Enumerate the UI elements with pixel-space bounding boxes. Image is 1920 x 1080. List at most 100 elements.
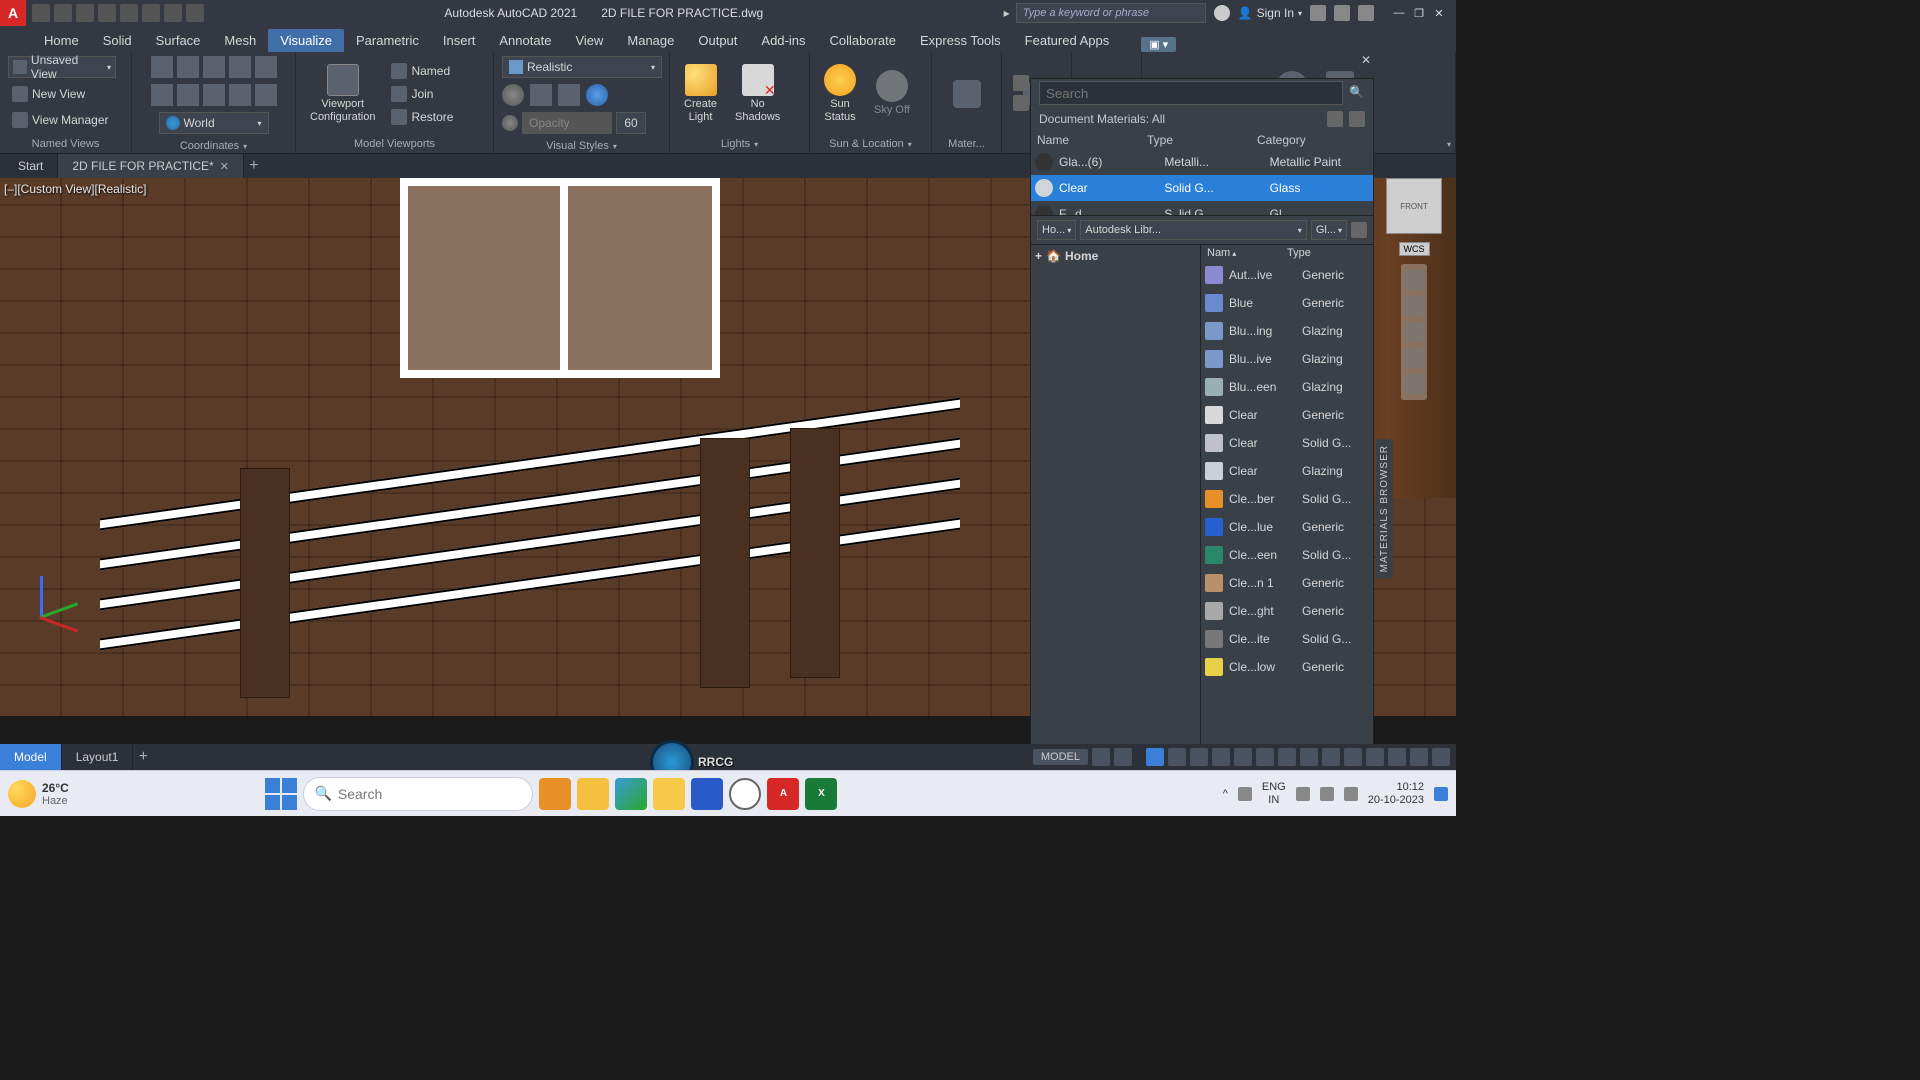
help-icon[interactable] [1358, 5, 1374, 21]
start-tab[interactable]: Start [4, 154, 58, 178]
grid-view-icon[interactable] [1327, 111, 1343, 127]
library-material-row[interactable]: Cle...eenSolid G... [1201, 541, 1373, 569]
ucs-icon-4[interactable] [229, 56, 251, 78]
plus-icon[interactable]: + [1035, 249, 1042, 263]
modelspace-toggle[interactable]: MODEL [1033, 749, 1088, 765]
close-tab-icon[interactable]: ✕ [220, 160, 229, 173]
ribbon-tab-mesh[interactable]: Mesh [212, 29, 268, 52]
library-filter-dropdown[interactable]: Gl...▾ [1311, 220, 1347, 240]
ribbon-tab-express-tools[interactable]: Express Tools [908, 29, 1013, 52]
tray-mic-icon[interactable] [1238, 787, 1252, 801]
plot-icon[interactable] [120, 4, 138, 22]
opacity-value-field[interactable]: 60 [616, 112, 646, 134]
units-icon[interactable] [1322, 748, 1340, 766]
sky-off-button[interactable]: Sky Off [868, 68, 916, 118]
tree-home-node[interactable]: + 🏠 Home [1035, 249, 1196, 263]
wcs-label[interactable]: WCS [1399, 242, 1430, 256]
mat-panel-settings-icon[interactable] [1013, 95, 1029, 111]
minimize-button[interactable]: — [1390, 5, 1408, 21]
tray-battery-icon[interactable] [1344, 787, 1358, 801]
ribbon-tab-parametric[interactable]: Parametric [344, 29, 431, 52]
anno-icon[interactable] [1256, 748, 1274, 766]
ribbon-tab-home[interactable]: Home [32, 29, 91, 52]
materials-search-input[interactable] [1039, 81, 1343, 105]
taskbar-explorer[interactable] [653, 778, 685, 810]
ribbon-tab-view[interactable]: View [563, 29, 615, 52]
doc-material-row[interactable]: Gla...(6)Metalli...Metallic Paint [1031, 149, 1373, 175]
isoplane-icon[interactable] [1190, 748, 1208, 766]
col-type[interactable]: Type [1147, 133, 1257, 147]
ribbon-tab-collaborate[interactable]: Collaborate [817, 29, 908, 52]
zoom-icon[interactable] [1404, 322, 1424, 342]
ribbon-tab-visualize[interactable]: Visualize [268, 29, 344, 52]
taskbar-excel[interactable]: X [805, 778, 837, 810]
layout1-tab[interactable]: Layout1 [62, 744, 134, 770]
named-viewports-button[interactable]: Named [387, 61, 457, 81]
mat-panel-pin-icon[interactable] [1013, 75, 1029, 91]
restore-button[interactable]: ❐ [1410, 5, 1428, 21]
doc-material-row[interactable]: F...d...S..lid G...Gl... [1031, 201, 1373, 215]
new-view-button[interactable]: New View [8, 84, 89, 104]
customize-icon[interactable] [1432, 748, 1450, 766]
ribbon-tab-annotate[interactable]: Annotate [487, 29, 563, 52]
library-material-row[interactable]: Cle...iteSolid G... [1201, 625, 1373, 653]
ribbon-tab-solid[interactable]: Solid [91, 29, 144, 52]
library-material-row[interactable]: Cle...berSolid G... [1201, 485, 1373, 513]
new-tab-button[interactable]: + [244, 157, 264, 175]
document-materials-label[interactable]: Document Materials: All [1031, 107, 1373, 131]
undo-icon[interactable] [164, 4, 182, 22]
library-material-row[interactable]: ClearGeneric [1201, 401, 1373, 429]
pan-icon[interactable] [1404, 296, 1424, 316]
library-home-dropdown[interactable]: Ho...▾ [1037, 220, 1076, 240]
ucs-icon-1[interactable] [151, 56, 173, 78]
lib-col-name[interactable]: Nam▴ [1207, 247, 1287, 259]
print-icon[interactable] [142, 4, 160, 22]
saveas-icon[interactable] [98, 4, 116, 22]
cleanscreen-icon[interactable] [1410, 748, 1428, 766]
viewport-config-button[interactable]: Viewport Configuration [304, 62, 381, 124]
taskbar-weather[interactable]: 26°C Haze [8, 780, 69, 808]
feature-pill[interactable]: ▣ ▾ [1141, 37, 1176, 52]
materials-browser-icon[interactable] [953, 80, 981, 108]
ribbon-tab-surface[interactable]: Surface [144, 29, 213, 52]
close-button[interactable]: ✕ [1430, 5, 1448, 21]
3dosnap-icon[interactable] [1234, 748, 1252, 766]
ucs-gizmo[interactable] [10, 576, 80, 646]
add-layout-button[interactable]: + [133, 748, 153, 766]
open-icon[interactable] [54, 4, 72, 22]
infocenter-search[interactable]: Type a keyword or phrase [1016, 3, 1206, 23]
mat-panel-close-icon[interactable]: ✕ [1361, 53, 1371, 67]
autodesk-app-icon[interactable] [1334, 5, 1350, 21]
shade-icon-2[interactable] [530, 84, 552, 106]
library-material-row[interactable]: Blu...iveGlazing [1201, 345, 1373, 373]
taskbar-app-1[interactable] [539, 778, 571, 810]
search-icon[interactable]: 🔍 [1349, 85, 1365, 101]
workspace-icon[interactable] [1278, 748, 1296, 766]
library-material-row[interactable]: Aut...iveGeneric [1201, 261, 1373, 289]
library-material-row[interactable]: Cle...n 1Generic [1201, 569, 1373, 597]
library-view-icon[interactable] [1351, 222, 1367, 238]
taskbar-clock[interactable]: 10:12 20-10-2023 [1368, 781, 1424, 805]
library-material-row[interactable]: ClearSolid G... [1201, 429, 1373, 457]
steering-wheel-icon[interactable] [1404, 270, 1424, 290]
sign-in-button[interactable]: 👤 Sign In ▾ [1238, 6, 1302, 20]
sun-status-button[interactable]: Sun Status [818, 62, 862, 124]
hardware-accel-icon[interactable] [1366, 748, 1384, 766]
visual-style-dropdown[interactable]: Realistic ▾ [502, 56, 662, 78]
snap-icon[interactable] [1114, 748, 1132, 766]
create-light-button[interactable]: Create Light [678, 62, 723, 124]
library-material-row[interactable]: BlueGeneric [1201, 289, 1373, 317]
library-material-row[interactable]: Cle...lowGeneric [1201, 653, 1373, 681]
library-material-row[interactable]: Blu...eenGlazing [1201, 373, 1373, 401]
view-dropdown[interactable]: Unsaved View▾ [8, 56, 116, 78]
library-material-row[interactable]: Blu...ingGlazing [1201, 317, 1373, 345]
library-name-dropdown[interactable]: Autodesk Libr...▾ [1080, 220, 1307, 240]
tray-volume-icon[interactable] [1320, 787, 1334, 801]
col-name[interactable]: Name [1037, 133, 1147, 147]
view-manager-button[interactable]: View Manager [8, 110, 113, 130]
library-tree[interactable]: + 🏠 Home [1031, 245, 1201, 761]
share-icon[interactable]: ▸ [998, 6, 1016, 20]
shade-sphere-icon-4[interactable] [586, 84, 608, 106]
ucs-icon-2[interactable] [177, 56, 199, 78]
anno-monitor-icon[interactable] [1300, 748, 1318, 766]
